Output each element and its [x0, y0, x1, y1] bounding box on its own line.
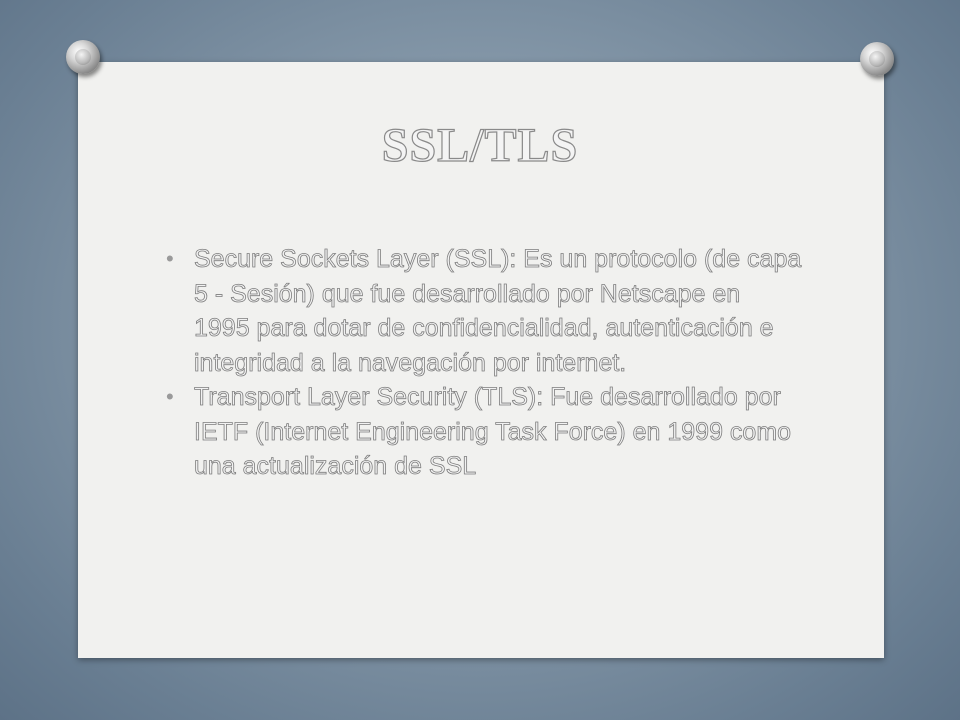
list-item: • Transport Layer Security (TLS): Fue de… — [162, 380, 802, 484]
push-pin-icon — [66, 40, 100, 74]
bullet-icon: • — [166, 246, 174, 271]
slide-title: SSL/TLS — [381, 118, 579, 172]
bullet-text: Transport Layer Security (TLS): Fue desa… — [194, 383, 792, 481]
bullet-list: • Secure Sockets Layer (SSL): Es un prot… — [162, 242, 802, 484]
bullet-icon: • — [166, 384, 174, 409]
list-item: • Secure Sockets Layer (SSL): Es un prot… — [162, 242, 802, 380]
bullet-text: Secure Sockets Layer (SSL): Es un protoc… — [194, 245, 802, 377]
push-pin-icon — [860, 42, 894, 76]
